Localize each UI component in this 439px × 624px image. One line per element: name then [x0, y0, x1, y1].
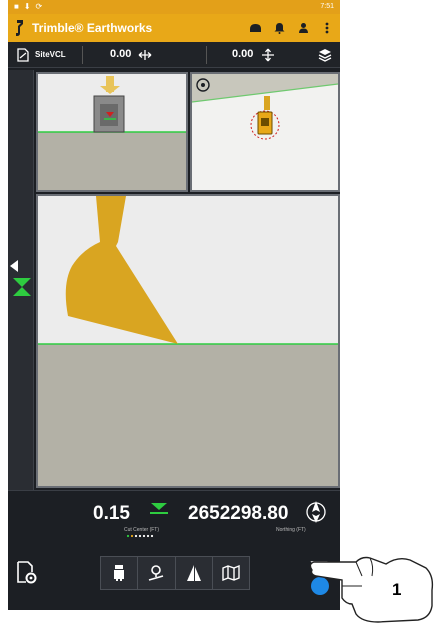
- cut-fill-label: Cut Center (FT): [124, 527, 160, 533]
- callout-number: 1: [392, 580, 402, 599]
- horizontal-offset-icon: [138, 50, 152, 60]
- northing-label: Northing (FT): [276, 527, 306, 533]
- document-settings-icon: [17, 561, 37, 584]
- horizontal-offset-value: 0.00: [110, 48, 132, 60]
- profile-view-panel[interactable]: [36, 72, 188, 192]
- status-bar: ■ ⬇ ⟳ 7:51: [8, 0, 340, 14]
- bottom-info-bar: 0.15 Cut Center (FT) 2652298.80 Northing…: [8, 490, 340, 542]
- app-title: Trimble® Earthworks: [32, 21, 153, 35]
- profile-view-button[interactable]: [101, 557, 139, 589]
- pointing-hand-icon: [309, 556, 434, 623]
- more-vert-icon[interactable]: [318, 19, 336, 37]
- status-time: 7:51: [320, 3, 334, 10]
- notification-icon: ■: [14, 2, 19, 11]
- cross-section-view-panel[interactable]: [36, 194, 340, 488]
- map-view-button[interactable]: [213, 557, 249, 589]
- device-screen: ■ ⬇ ⟳ 7:51 Trimble® Earthworks SiteVCL 0…: [8, 0, 340, 610]
- northing-value: 2652298.80: [188, 503, 289, 524]
- northing-compass-icon: [306, 501, 326, 523]
- plan-view-icon: [149, 565, 164, 581]
- cross-section-view-button[interactable]: [176, 557, 213, 589]
- layers-icon[interactable]: [318, 48, 332, 62]
- light-bar-rail: [8, 70, 34, 490]
- machine-icon[interactable]: [246, 19, 264, 37]
- on-grade-indicator-icon: [10, 260, 31, 296]
- plan-view-panel[interactable]: [190, 72, 340, 192]
- design-file-icon[interactable]: [16, 48, 30, 62]
- grade-scale-icon: [126, 534, 154, 538]
- info-bar: SiteVCL 0.00 0.00: [8, 42, 340, 68]
- vertical-offset-value: 0.00: [232, 48, 254, 60]
- profile-view-icon: [114, 565, 125, 581]
- plan-view-graphic: [192, 74, 338, 190]
- settings-button[interactable]: [16, 560, 38, 586]
- map-view-icon: [222, 565, 240, 581]
- cut-fill-value: 0.15: [93, 503, 130, 524]
- vertical-offset-icon: [262, 48, 274, 62]
- plan-view-button[interactable]: [138, 557, 176, 589]
- app-header: Trimble® Earthworks: [8, 14, 340, 42]
- profile-view-graphic: [38, 74, 186, 190]
- cross-section-graphic: [38, 196, 338, 486]
- download-icon: ⬇: [23, 2, 31, 11]
- excavator-logo-icon: [16, 20, 23, 36]
- view-selector: [100, 556, 250, 590]
- cut-fill-indicator-icon: [150, 503, 168, 514]
- bell-icon[interactable]: [270, 19, 288, 37]
- cross-section-view-icon: [186, 565, 201, 581]
- bottom-toolbar: [8, 542, 340, 610]
- design-name[interactable]: SiteVCL: [35, 50, 66, 59]
- divider: [82, 46, 83, 64]
- divider: [206, 46, 207, 64]
- sync-icon: ⟳: [35, 2, 43, 11]
- person-icon[interactable]: [294, 19, 312, 37]
